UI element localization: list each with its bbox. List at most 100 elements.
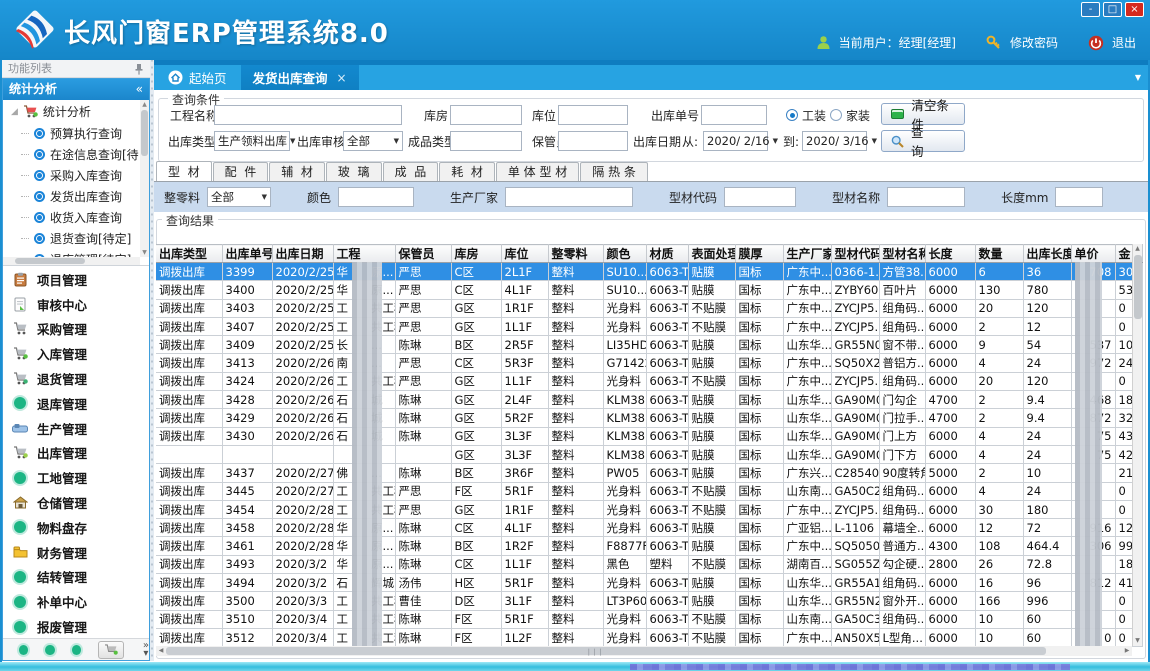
cell[interactable]: B区	[451, 464, 501, 482]
minimize-button[interactable]: -	[1081, 2, 1100, 17]
cell[interactable]: 6063-T5	[646, 610, 688, 628]
cell[interactable]: 6063-T5	[646, 500, 688, 518]
cell[interactable]: 勾企硬...	[879, 555, 925, 573]
cell[interactable]: SQ5050T20	[831, 537, 879, 555]
cell[interactable]: 2020/3/2	[272, 574, 333, 592]
cell[interactable]: 4	[975, 445, 1023, 463]
cell[interactable]: 广东中...	[783, 628, 831, 646]
cell[interactable]: 普铝方...	[879, 354, 925, 372]
cell[interactable]: 山东华...	[783, 445, 831, 463]
cell[interactable]: G区	[451, 391, 501, 409]
cell[interactable]: 贴膜	[688, 445, 735, 463]
column-header[interactable]: 单价	[1071, 245, 1115, 263]
cell[interactable]: 6000	[925, 482, 975, 500]
cell[interactable]: 6000	[925, 592, 975, 610]
tab-home[interactable]: 起始页	[154, 65, 241, 90]
profile-code-input[interactable]	[724, 187, 796, 207]
sidebar-item-2[interactable]: 审核中心	[3, 292, 149, 317]
cell[interactable]: 整料	[548, 574, 603, 592]
tab-list-dropdown-icon[interactable]: ▼	[1135, 73, 1141, 82]
cell[interactable]: 3510	[222, 610, 272, 628]
cell[interactable]: 6063-T5	[646, 445, 688, 463]
scroll-up-icon[interactable]: ▲	[140, 100, 149, 109]
cell[interactable]: 国标	[735, 464, 783, 482]
cell[interactable]: 调拨出库	[156, 354, 222, 372]
sidebar-item-15[interactable]: 报废管理	[3, 614, 149, 638]
cell[interactable]: 贴膜	[688, 464, 735, 482]
cell[interactable]: 整料	[548, 409, 603, 427]
cell[interactable]: 光身料	[603, 519, 646, 537]
cell[interactable]: 陈琳	[395, 409, 451, 427]
cell[interactable]: 24	[1023, 445, 1071, 463]
cell[interactable]: 6063-T5	[646, 336, 688, 354]
cell[interactable]: 门拉手...	[879, 409, 925, 427]
cell[interactable]: 国标	[735, 427, 783, 445]
cell[interactable]: 贴膜	[688, 409, 735, 427]
tree-expander-icon[interactable]: ◢	[11, 107, 18, 117]
cell[interactable]: 陈琳	[395, 391, 451, 409]
cell[interactable]: 陈琳	[395, 336, 451, 354]
cell[interactable]: 6000	[925, 299, 975, 317]
profile-name-input[interactable]	[887, 187, 965, 207]
cell[interactable]: G区	[451, 445, 501, 463]
cell[interactable]: 4	[975, 427, 1023, 445]
radio-jiazhuang[interactable]: 家装	[830, 105, 870, 125]
cell[interactable]: 贴膜	[688, 281, 735, 299]
scroll-thumb[interactable]	[15, 258, 85, 264]
cell[interactable]: 陈琳	[395, 427, 451, 445]
cell[interactable]: G71422	[603, 354, 646, 372]
cell[interactable]: G区	[451, 500, 501, 518]
cell[interactable]: 不贴膜	[688, 610, 735, 628]
cell[interactable]: 百叶片	[879, 281, 925, 299]
cell[interactable]: 整料	[548, 445, 603, 463]
cell[interactable]: 4L1F	[501, 519, 548, 537]
cell[interactable]: 5R1F	[501, 574, 548, 592]
cell[interactable]: 广东中...	[783, 317, 831, 335]
cell[interactable]	[156, 445, 222, 463]
cell[interactable]: 严思	[395, 482, 451, 500]
tree-item[interactable]: 发货出库查询	[3, 186, 149, 207]
cell[interactable]: 山东华...	[783, 409, 831, 427]
sidebar-item-12[interactable]: 财务管理	[3, 540, 149, 565]
cell[interactable]: 贴膜	[688, 263, 735, 281]
cell[interactable]: 20	[975, 372, 1023, 390]
cell[interactable]: 4L1F	[501, 281, 548, 299]
cell[interactable]: 4700	[925, 391, 975, 409]
sidebar-item-10[interactable]: 仓储管理	[3, 490, 149, 515]
cell[interactable]: 山东华...	[783, 427, 831, 445]
table-row[interactable]: 调拨出库34032020/2/25工 共工程严思G区1R1F整料光身料6063-…	[156, 299, 1142, 317]
date-to-picker[interactable]: 2020/ 3/16▼	[802, 131, 867, 151]
cell[interactable]: 3493	[222, 555, 272, 573]
cell[interactable]: 30	[975, 500, 1023, 518]
cell[interactable]: 20	[975, 299, 1023, 317]
cell[interactable]: 整料	[548, 592, 603, 610]
cell[interactable]: 2020/2/25	[272, 336, 333, 354]
material-tab-7[interactable]: 单 体 型 材	[496, 162, 579, 181]
cell[interactable]: 6000	[925, 610, 975, 628]
cell[interactable]: 调拨出库	[156, 628, 222, 646]
cell[interactable]: 严思	[395, 299, 451, 317]
cell[interactable]: 不贴膜	[688, 500, 735, 518]
cell[interactable]: 5R1F	[501, 610, 548, 628]
pin-icon[interactable]	[134, 63, 144, 75]
cell[interactable]: 2020/2/25	[272, 263, 333, 281]
cell[interactable]: 光身料	[603, 500, 646, 518]
cell[interactable]: 54	[1023, 336, 1071, 354]
cell[interactable]: 国标	[735, 299, 783, 317]
material-tab-4[interactable]: 玻 璃	[326, 162, 382, 181]
cell[interactable]: 5R3F	[501, 354, 548, 372]
tab-close-icon[interactable]: ×	[337, 71, 347, 85]
cell[interactable]: 湖南百...	[783, 555, 831, 573]
sidebar-item-5[interactable]: 退货管理	[3, 366, 149, 391]
cell[interactable]: 36	[1023, 263, 1071, 281]
module-dot-icon[interactable]	[72, 645, 81, 655]
cell[interactable]: 166	[975, 592, 1023, 610]
cell[interactable]: 3424	[222, 372, 272, 390]
cell[interactable]: 2020/2/25	[272, 281, 333, 299]
table-row[interactable]: 调拨出库34292020/2/26石 城陈琳G区5R2F整料KLM3817606…	[156, 409, 1142, 427]
cell[interactable]: 严思	[395, 317, 451, 335]
location-input[interactable]	[558, 105, 628, 125]
cell[interactable]: C区	[451, 263, 501, 281]
cell[interactable]: 1L1F	[501, 372, 548, 390]
cell[interactable]: GR55N02	[831, 336, 879, 354]
